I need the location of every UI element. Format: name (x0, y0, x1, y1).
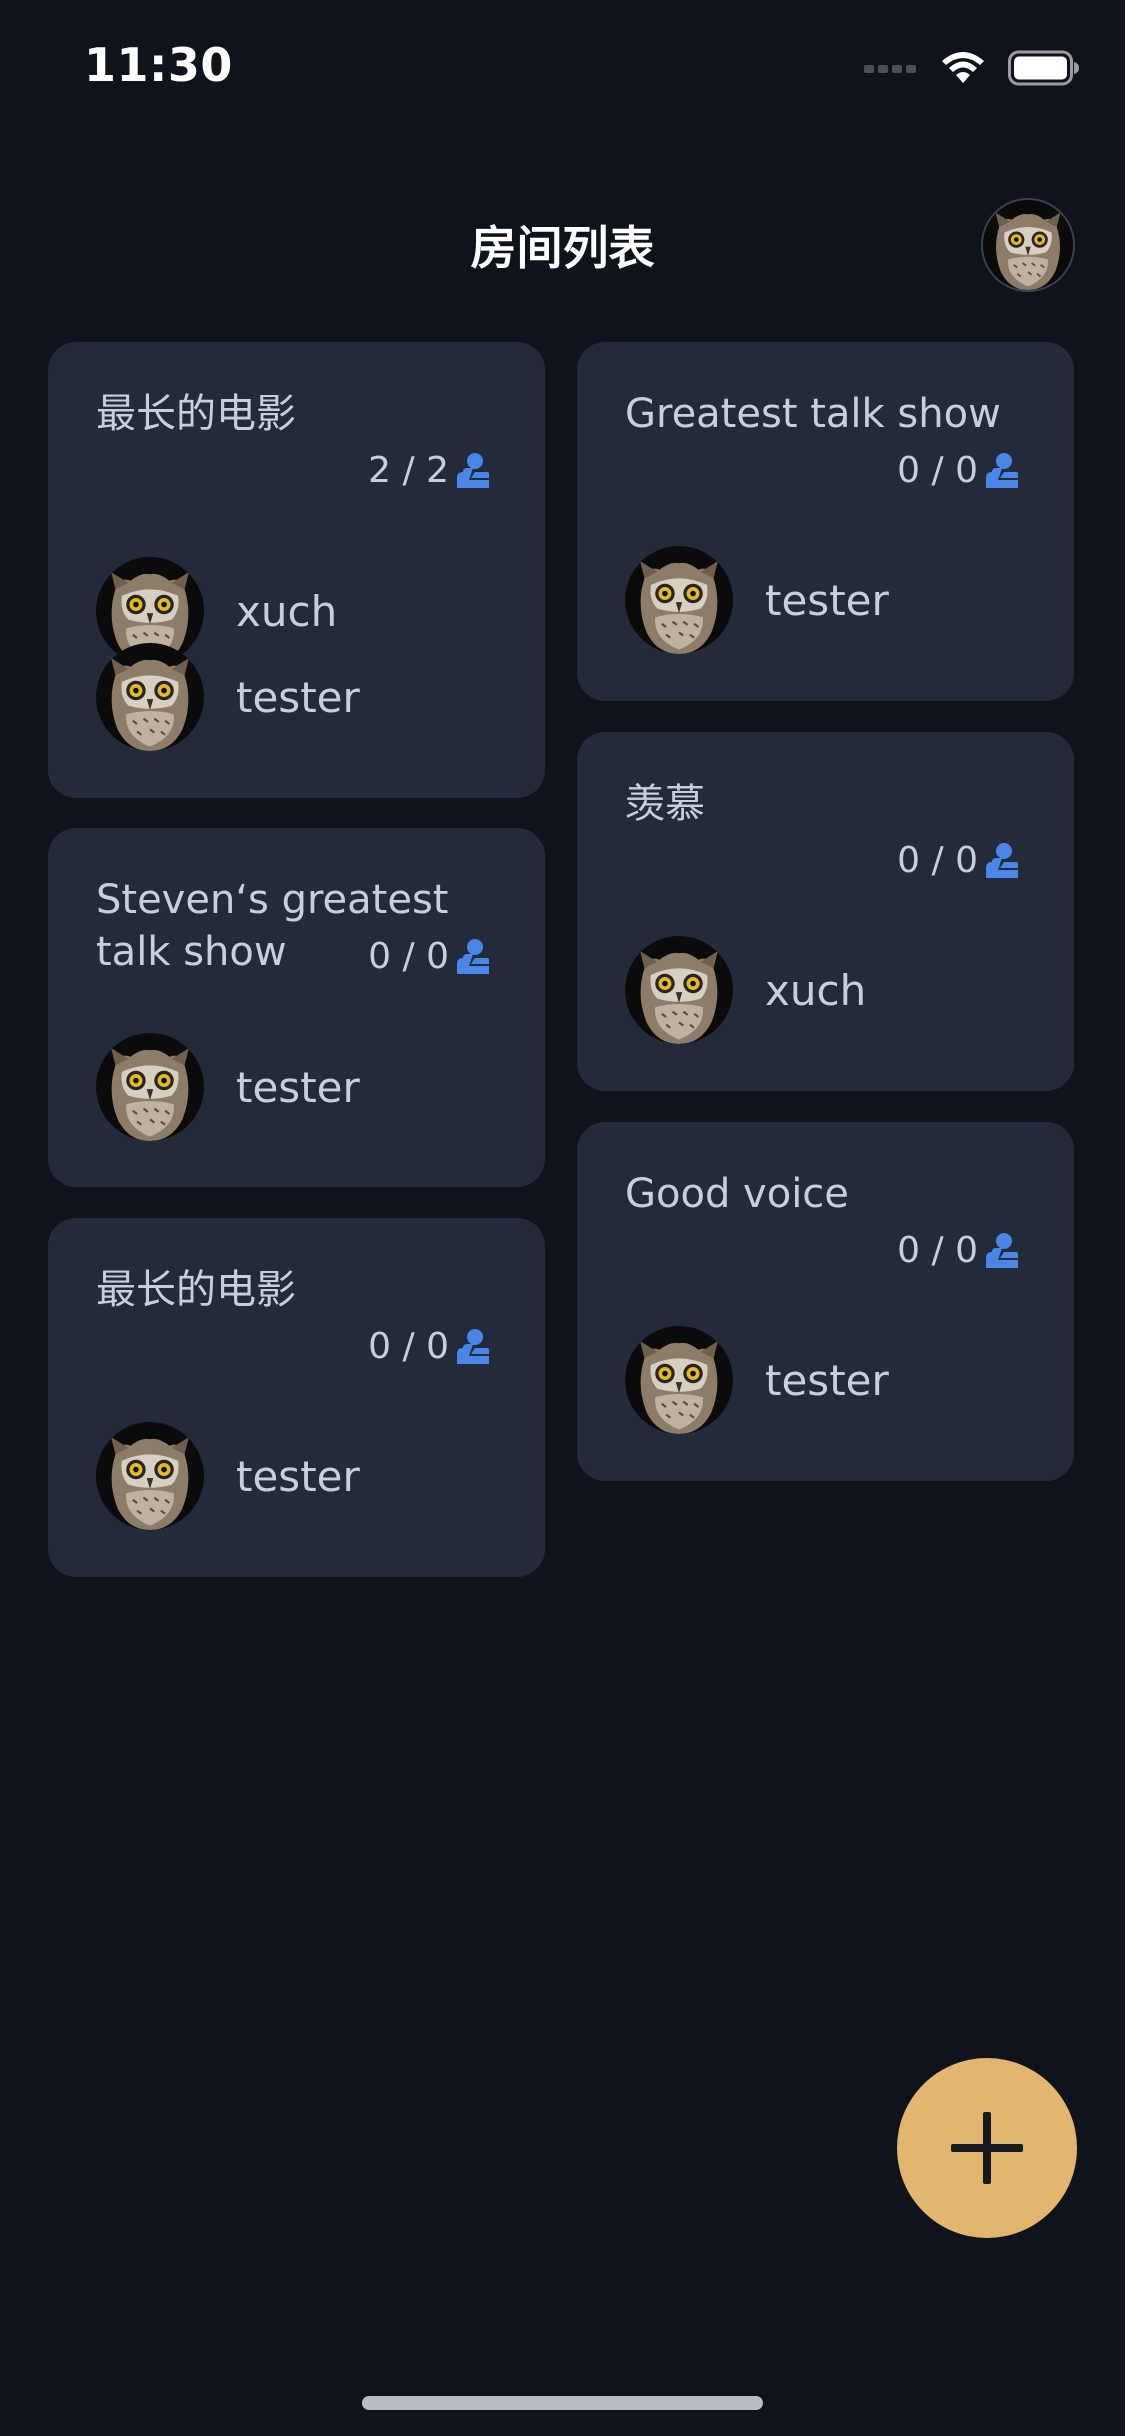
room-card[interactable]: 最长的电影 2 / 2 xuch tester (48, 342, 545, 798)
member-name: xuch (236, 586, 338, 636)
person-icon (455, 452, 491, 490)
member-item: tester (625, 1325, 889, 1435)
member-avatar (96, 1033, 204, 1141)
member-avatar (625, 546, 733, 654)
room-card[interactable]: 羡慕 0 / 0 xuch (577, 732, 1074, 1091)
room-count-label: 0 / 0 (368, 936, 449, 977)
member-name: tester (236, 1451, 360, 1501)
room-title: Greatest talk show (625, 391, 1001, 437)
plus-icon (949, 2110, 1025, 2186)
battery-icon (1008, 50, 1080, 86)
create-room-button[interactable] (897, 2058, 1077, 2238)
member-name: tester (236, 672, 360, 722)
room-count: 0 / 0 (897, 1230, 1020, 1271)
room-count: 0 / 0 (368, 1326, 491, 1367)
member-avatar (96, 1422, 204, 1530)
member-avatar (625, 936, 733, 1044)
member-name: tester (765, 575, 889, 625)
person-icon (984, 1232, 1020, 1270)
room-card[interactable]: 最长的电影 0 / 0 tester (48, 1218, 545, 1577)
person-icon (984, 842, 1020, 880)
room-count-label: 0 / 0 (368, 1326, 449, 1367)
person-icon (984, 452, 1020, 490)
room-card[interactable]: Greatest talk show 0 / 0 tester (577, 342, 1074, 701)
room-count: 0 / 0 (897, 450, 1020, 491)
room-title: 最长的电影 (96, 1267, 296, 1313)
wifi-icon (940, 51, 986, 85)
room-title: Good voice (625, 1171, 849, 1217)
person-icon (455, 1328, 491, 1366)
status-time: 11:30 (84, 38, 233, 92)
room-card[interactable]: Steven‘s greatest talk show 0 / 0 tester (48, 828, 545, 1187)
person-icon (455, 938, 491, 976)
member-name: tester (765, 1355, 889, 1405)
room-card[interactable]: Good voice 0 / 0 tester (577, 1122, 1074, 1481)
room-title: 最长的电影 (96, 391, 296, 437)
member-item: xuch (625, 935, 866, 1045)
member-name: xuch (765, 965, 867, 1015)
member-name: tester (236, 1062, 360, 1112)
member-item: tester (96, 1032, 360, 1142)
room-count-label: 0 / 0 (897, 1230, 978, 1271)
room-count-label: 2 / 2 (368, 450, 449, 491)
status-icons (864, 48, 1080, 88)
room-count: 0 / 0 (368, 936, 491, 977)
member-avatar (625, 1326, 733, 1434)
home-indicator (362, 2396, 763, 2410)
member-avatar (96, 643, 204, 751)
room-count-label: 0 / 0 (897, 450, 978, 491)
profile-avatar[interactable] (981, 198, 1075, 292)
member-item: tester (96, 1421, 360, 1531)
cellular-signal-icon (864, 62, 918, 74)
room-count: 2 / 2 (368, 450, 491, 491)
member-item: tester (96, 642, 360, 752)
status-bar: 11:30 (0, 0, 1125, 140)
room-count-label: 0 / 0 (897, 840, 978, 881)
room-count: 0 / 0 (897, 840, 1020, 881)
page-title: 房间列表 (470, 221, 655, 275)
room-title: 羡慕 (625, 781, 705, 827)
member-item: tester (625, 545, 889, 655)
